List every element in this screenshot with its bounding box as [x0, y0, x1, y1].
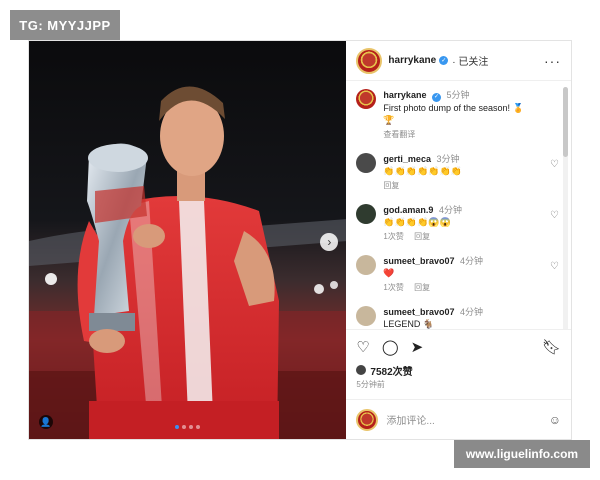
scrollbar-thumb[interactable]: [563, 87, 568, 157]
comment-username[interactable]: sumeet_bravo07: [383, 307, 454, 317]
author-avatar[interactable]: [356, 47, 383, 74]
more-options-button[interactable]: ···: [544, 53, 561, 69]
comment-row: gerti_meca 3分钟 👏👏👏👏👏👏👏 回复 ♡: [356, 152, 559, 192]
carousel-dots: [29, 425, 346, 429]
photo-illustration: [29, 41, 347, 439]
caption-text: First photo dump of the season! 🏅: [383, 102, 524, 113]
comments-list[interactable]: harrykane ✓ 5分钟 First photo dump of the …: [346, 81, 571, 329]
author-username[interactable]: harrykane: [388, 55, 436, 66]
reply-button[interactable]: 回复: [414, 283, 430, 292]
comment-likes[interactable]: 1次赞: [383, 232, 403, 241]
comment-text: ❤️: [383, 267, 395, 278]
comment-username[interactable]: god.aman.9: [383, 205, 433, 215]
post-photo[interactable]: › 👤: [29, 41, 347, 439]
caption-avatar[interactable]: [356, 89, 377, 109]
comment-time: 3分钟: [436, 153, 460, 164]
comment-username[interactable]: gerti_meca: [383, 154, 431, 164]
caption-username[interactable]: harrykane: [383, 90, 426, 100]
caption-time: 5分钟: [446, 90, 470, 100]
verified-badge-icon: ✓: [439, 56, 449, 65]
post-header: harrykane ✓ · 已关注 ···: [346, 41, 571, 81]
verified-badge-icon: ✓: [431, 92, 441, 102]
comment-text: 👏👏👏👏👏👏👏: [383, 165, 462, 176]
trophy-emoji: 🏆: [383, 114, 395, 125]
comment-row: sumeet_bravo07 4分钟 ❤️ 1次赞 回复 ♡: [356, 254, 559, 294]
comment-avatar[interactable]: [356, 305, 377, 326]
comment-text: LEGEND 🐐: [383, 318, 435, 329]
post-timestamp: 5分钟前: [356, 380, 385, 389]
comment-avatar[interactable]: [356, 203, 377, 224]
comment-like-heart-icon[interactable]: ♡: [550, 261, 559, 272]
comment-text: 👏👏👏👏😱😱: [383, 216, 451, 227]
comment-time: 4分钟: [438, 204, 462, 215]
add-comment-input[interactable]: 添加评论...: [386, 412, 548, 427]
action-bar: ♡ ◯ ➤ 🔖︎: [346, 329, 571, 363]
comment-avatar[interactable]: [356, 152, 377, 173]
heart-icon[interactable]: ♡: [356, 338, 369, 356]
carousel-dot: [189, 425, 194, 429]
likes-count-text[interactable]: 7582次赞: [370, 363, 412, 378]
post-side-panel: harrykane ✓ · 已关注 ··· harrykane ✓ 5分钟 Fi…: [346, 41, 571, 439]
comment-like-heart-icon[interactable]: ♡: [550, 159, 559, 170]
add-comment-bar: 添加评论... ☺: [346, 399, 571, 439]
watermark-top-left: TG: MYYJJPP: [10, 10, 120, 40]
emoji-icon[interactable]: ☺: [549, 413, 561, 427]
comment-icon[interactable]: ◯: [382, 338, 399, 356]
follow-status[interactable]: · 已关注: [452, 53, 488, 68]
comment-time: 4分钟: [459, 255, 483, 266]
watermark-bottom-right: www.liguelinfo.com: [454, 440, 590, 468]
send-icon[interactable]: ➤: [411, 338, 424, 356]
carousel-dot: [175, 425, 180, 429]
likes-count[interactable]: 7582次赞: [346, 363, 571, 378]
page: TG: MYYJJPP › 👤 harrykane ✓ · 已关注 ··· ha…: [0, 0, 600, 480]
comment-likes[interactable]: 1次赞: [383, 283, 403, 292]
viewer-avatar: [356, 408, 379, 431]
bookmark-icon[interactable]: 🔖︎: [542, 338, 561, 356]
liker-avatar: [356, 365, 367, 375]
comment-row: sumeet_bravo07 4分钟 LEGEND 🐐: [356, 305, 559, 330]
carousel-dot: [182, 425, 187, 429]
translate-link[interactable]: 查看翻译: [383, 130, 415, 139]
comment-avatar[interactable]: [356, 254, 377, 275]
reply-button[interactable]: 回复: [383, 181, 399, 190]
carousel-dot: [196, 425, 201, 429]
comment-time: 4分钟: [459, 306, 483, 317]
comment-row: god.aman.9 4分钟 👏👏👏👏😱😱 1次赞 回复 ♡: [356, 203, 559, 243]
caption-row: harrykane ✓ 5分钟 First photo dump of the …: [356, 89, 559, 141]
instagram-post: › 👤 harrykane ✓ · 已关注 ··· harrykane ✓ 5分…: [28, 40, 572, 440]
comment-like-heart-icon[interactable]: ♡: [550, 210, 559, 221]
reply-button[interactable]: 回复: [414, 232, 430, 241]
comments-scrollbar[interactable]: [563, 87, 568, 329]
comment-username[interactable]: sumeet_bravo07: [383, 256, 454, 266]
